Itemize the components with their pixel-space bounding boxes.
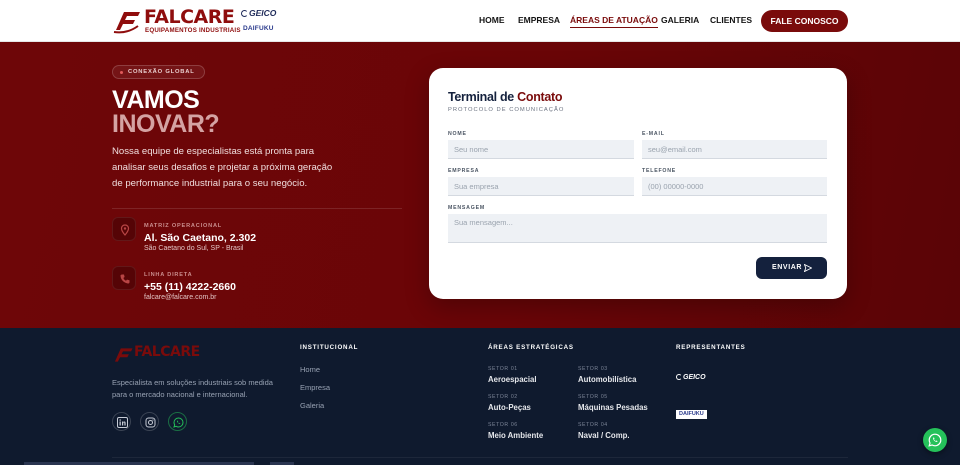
form-title-accent: Contato — [517, 90, 563, 104]
form-title-plain: Terminal de — [448, 90, 514, 104]
representantes-heading: REPRESENTANTES — [676, 344, 746, 351]
fale-conosco-button[interactable]: FALE CONOSCO — [761, 10, 848, 32]
sector-number: SETOR 04 — [578, 422, 608, 428]
sector-link[interactable]: Naval / Comp. — [578, 431, 630, 440]
footer-link-galeria[interactable]: Galeria — [300, 401, 324, 410]
whatsapp-icon — [928, 433, 942, 447]
linkedin-icon — [117, 417, 128, 428]
footer-divider — [112, 457, 848, 458]
nav-areas-de-atuacao[interactable]: ÁREAS DE ATUAÇÃO — [570, 15, 658, 28]
nav-home[interactable]: HOME — [479, 15, 505, 25]
sector-number: SETOR 02 — [488, 394, 518, 400]
whatsapp-icon — [173, 417, 184, 428]
falcare-logo[interactable]: FALCARE EQUIPAMENTOS INDUSTRIAIS — [112, 6, 240, 36]
enviar-button[interactable]: ENVIAR — [756, 257, 827, 279]
mensagem-label: MENSAGEM — [448, 205, 485, 211]
sector-link[interactable]: Automobilística — [578, 375, 636, 384]
whatsapp-floating-button[interactable] — [923, 428, 947, 452]
address-sub: São Caetano do Sul, SP - Brasil — [144, 245, 244, 252]
nome-label: NOME — [448, 131, 467, 137]
institucional-heading: INSTITUCIONAL — [300, 344, 359, 351]
sector-number: SETOR 05 — [578, 394, 608, 400]
footer-logo-mark-icon — [114, 348, 133, 362]
address-label: MATRIZ OPERACIONAL — [144, 223, 222, 229]
hero-title-line2: INOVAR? — [112, 110, 220, 138]
section-tag: CONEXÃO GLOBAL — [112, 65, 205, 79]
rep-geico-label: GEICO — [683, 374, 706, 381]
hero-divider — [112, 208, 402, 209]
footer-logo[interactable]: FALCARE — [112, 344, 202, 366]
logo-wordmark: FALCARE — [144, 6, 235, 28]
footer-link-home[interactable]: Home — [300, 365, 320, 374]
form-subtitle: PROTOCOLO DE COMUNICAÇÃO — [448, 107, 565, 113]
nav-clientes[interactable]: CLIENTES — [710, 15, 752, 25]
email-label: E-MAIL — [642, 131, 665, 137]
site-header: FALCARE EQUIPAMENTOS INDUSTRIAIS GEICO D… — [0, 0, 960, 42]
telefone-label: TELEFONE — [642, 168, 677, 174]
areas-heading: ÁREAS ESTRATÉGICAS — [488, 344, 574, 351]
footer-link-empresa[interactable]: Empresa — [300, 383, 330, 392]
phone-label: LINHA DIRETA — [144, 272, 193, 278]
telefone-input[interactable]: (00) 00000-0000 — [642, 177, 827, 196]
sector-link[interactable]: Aeroespacial — [488, 375, 537, 384]
form-title: Terminal de Contato — [448, 90, 563, 104]
contact-form-card: Terminal de Contato PROTOCOLO DE COMUNIC… — [429, 68, 847, 299]
address-main: Al. São Caetano, 2.302 — [144, 232, 257, 244]
contact-email[interactable]: falcare@falcare.com.br — [144, 294, 216, 301]
empresa-input[interactable]: Sua empresa — [448, 177, 634, 196]
phone-icon — [112, 266, 136, 290]
email-input[interactable]: seu@email.com — [642, 140, 827, 159]
whatsapp-button[interactable] — [168, 412, 187, 431]
phone-number[interactable]: +55 (11) 4222-2660 — [144, 281, 236, 293]
nav-empresa[interactable]: EMPRESA — [518, 15, 560, 25]
nome-input[interactable]: Seu nome — [448, 140, 634, 159]
footer-description: Especialista em soluções industriais sob… — [112, 378, 273, 399]
sector-number: SETOR 03 — [578, 366, 608, 372]
hero-description: Nossa equipe de especialistas está pront… — [112, 146, 333, 189]
sector-link[interactable]: Auto-Peças — [488, 403, 531, 412]
sector-link[interactable]: Máquinas Pesadas — [578, 403, 648, 412]
mensagem-textarea[interactable]: Sua mensagem... — [448, 214, 827, 243]
logo-tagline: EQUIPAMENTOS INDUSTRIAIS — [145, 27, 241, 34]
representative-daifuku-logo[interactable]: DAIFUKU — [676, 410, 707, 419]
contact-hero: CONEXÃO GLOBAL VAMOS INOVAR? Nossa equip… — [0, 42, 960, 328]
geico-swirl-icon — [676, 374, 682, 380]
location-pin-icon — [112, 217, 136, 241]
partner-logo-daifuku: DAIFUKU — [243, 25, 274, 32]
sector-link[interactable]: Meio Ambiente — [488, 431, 543, 440]
sector-number: SETOR 01 — [488, 366, 518, 372]
partner-geico-label: GEICO — [249, 8, 277, 18]
partner-logo-geico: GEICO — [241, 8, 276, 18]
site-footer: FALCARE Especialista em soluções industr… — [0, 328, 960, 465]
instagram-icon — [145, 417, 156, 428]
enviar-label: ENVIAR — [772, 264, 803, 271]
representative-geico-logo[interactable]: GEICO — [676, 374, 706, 381]
send-icon — [804, 264, 812, 272]
empresa-label: EMPRESA — [448, 168, 480, 174]
falcare-logo-mark-icon — [113, 12, 140, 34]
geico-swirl-icon — [241, 10, 248, 17]
nav-galeria[interactable]: GALERIA — [661, 15, 699, 25]
footer-logo-wordmark: FALCARE — [134, 344, 200, 360]
sector-number: SETOR 06 — [488, 422, 518, 428]
instagram-button[interactable] — [140, 412, 159, 431]
linkedin-button[interactable] — [112, 412, 131, 431]
